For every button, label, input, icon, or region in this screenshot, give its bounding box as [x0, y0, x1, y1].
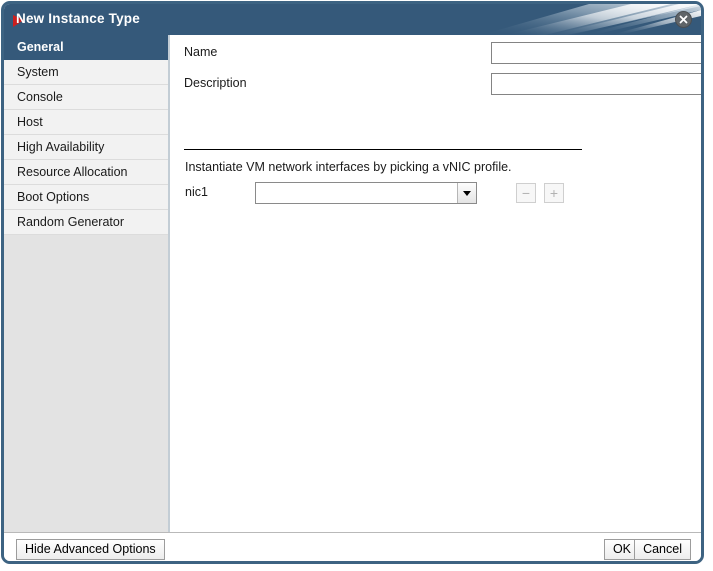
nic-hint-text: Instantiate VM network interfaces by pic…: [185, 160, 512, 174]
title-decoration: [481, 4, 701, 35]
name-input[interactable]: [491, 42, 701, 64]
sidebar-item-system[interactable]: System: [4, 60, 168, 85]
new-instance-type-dialog: New Instance Type General System Console…: [1, 1, 704, 564]
cancel-button[interactable]: Cancel: [634, 539, 691, 560]
sidebar-item-random-generator[interactable]: Random Generator: [4, 210, 168, 235]
nic-label: nic1: [185, 185, 208, 199]
chevron-down-icon[interactable]: [457, 183, 476, 203]
sidebar-item-general[interactable]: General: [4, 35, 168, 60]
add-nic-button[interactable]: +: [544, 183, 564, 203]
dialog-body: General System Console Host High Availab…: [4, 35, 701, 532]
sidebar-item-label: Host: [17, 115, 43, 129]
sidebar-item-label: Console: [17, 90, 63, 104]
vnic-profile-select[interactable]: [255, 182, 477, 204]
nic-row: nic1 − +: [185, 182, 691, 204]
hide-advanced-options-button[interactable]: Hide Advanced Options: [16, 539, 165, 560]
section-divider: [184, 149, 582, 150]
sidebar: General System Console Host High Availab…: [4, 35, 170, 532]
sidebar-item-label: System: [17, 65, 59, 79]
sidebar-item-resource-allocation[interactable]: Resource Allocation: [4, 160, 168, 185]
sidebar-item-console[interactable]: Console: [4, 85, 168, 110]
sidebar-item-label: Resource Allocation: [17, 165, 128, 179]
remove-nic-button[interactable]: −: [516, 183, 536, 203]
title-bar: New Instance Type: [4, 4, 701, 35]
window-title: New Instance Type: [16, 11, 140, 26]
footer-bar: Hide Advanced Options OK Cancel: [4, 532, 701, 561]
sidebar-item-high-availability[interactable]: High Availability: [4, 135, 168, 160]
description-input[interactable]: [491, 73, 701, 95]
name-label: Name: [184, 45, 218, 59]
sidebar-item-label: Random Generator: [17, 215, 125, 229]
name-row: Name: [184, 42, 701, 64]
sidebar-item-label: High Availability: [17, 140, 105, 154]
description-label: Description: [184, 76, 247, 90]
sidebar-item-host[interactable]: Host: [4, 110, 168, 135]
general-tab-panel: Name Description Instantiate VM network …: [172, 35, 701, 532]
close-icon[interactable]: [675, 11, 692, 28]
sidebar-item-label: General: [17, 40, 64, 54]
sidebar-item-label: Boot Options: [17, 190, 90, 204]
description-row: Description: [184, 73, 701, 95]
sidebar-item-boot-options[interactable]: Boot Options: [4, 185, 168, 210]
